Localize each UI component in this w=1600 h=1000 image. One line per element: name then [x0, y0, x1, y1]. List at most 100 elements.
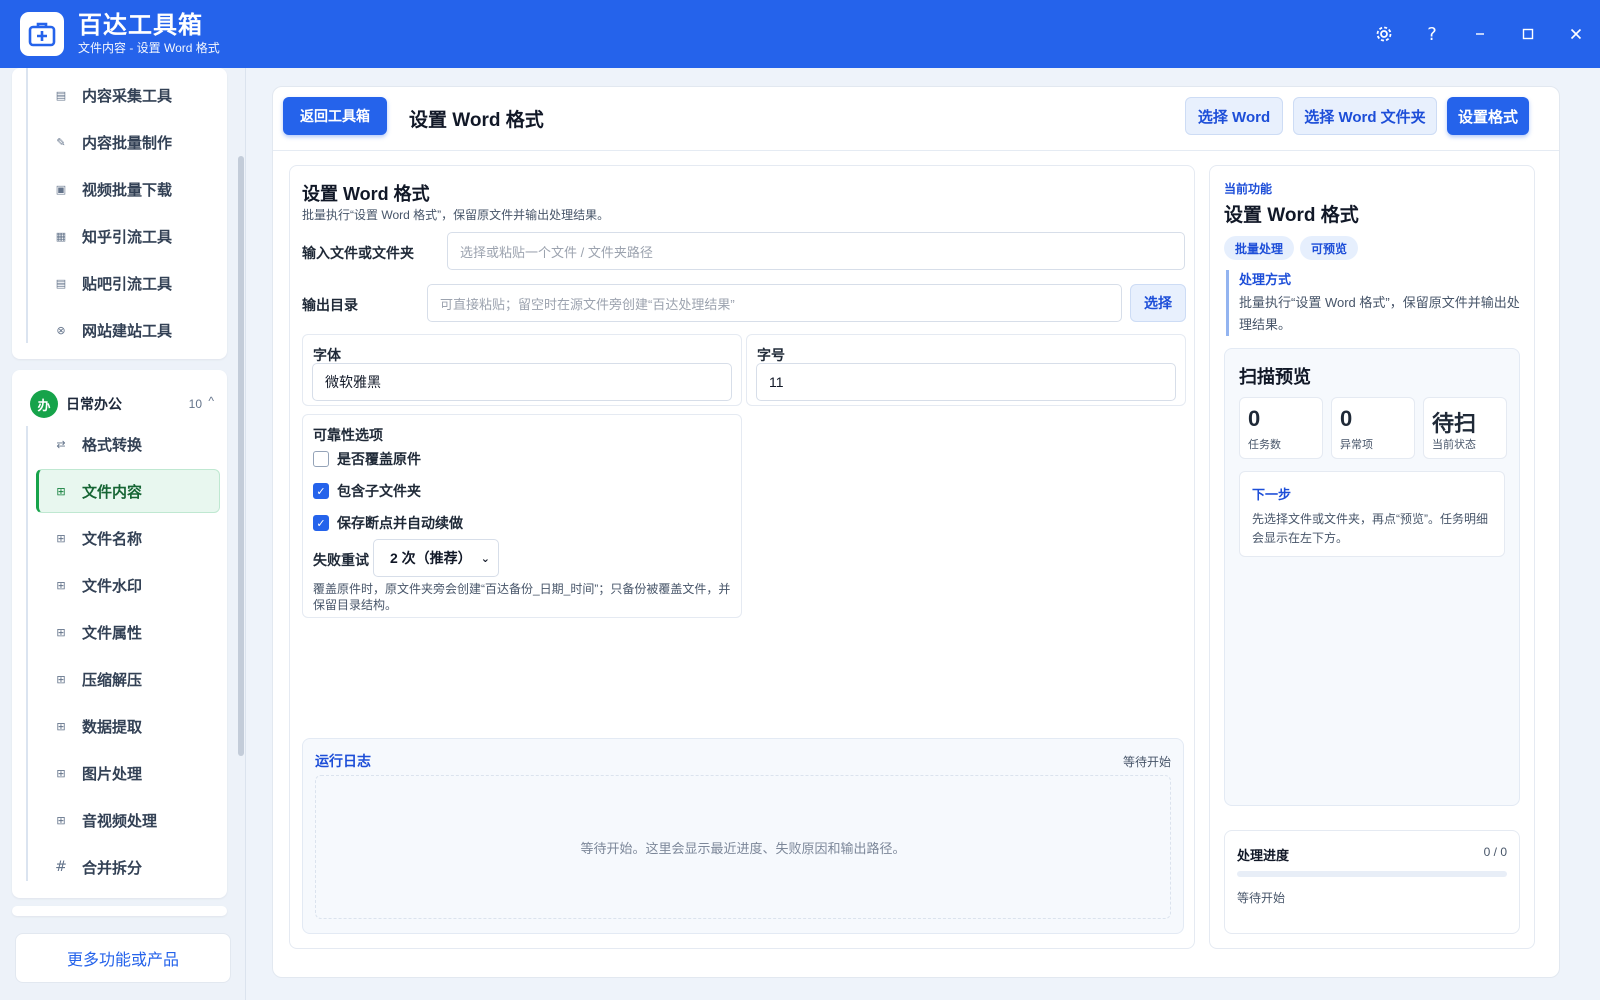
group-count: 10 — [188, 397, 202, 411]
progress-card: 处理进度 0 / 0 等待开始 — [1224, 830, 1520, 934]
stat-task-count: 0 任务数 — [1239, 397, 1323, 459]
sidebar-item-audio-video[interactable]: ⊞ 音视频处理 — [24, 798, 218, 842]
sidebar-item-video-download[interactable]: ▣ 视频批量下载 — [24, 167, 218, 211]
progress-bar — [1237, 871, 1507, 877]
sidebar-item-data-extract[interactable]: ⊞ 数据提取 — [24, 704, 218, 748]
next-step-title: 下一步 — [1252, 487, 1292, 502]
resume-checkbox-row[interactable]: ✓ 保存断点并自动续做 — [313, 513, 463, 533]
minimize-icon[interactable] — [1456, 14, 1504, 54]
tag-batch: 批量处理 — [1224, 236, 1294, 260]
input-path-field[interactable]: 选择或粘贴一个文件 / 文件夹路径 — [447, 232, 1185, 270]
tieba-icon: ▤ — [55, 276, 67, 290]
sidebar-item-tieba[interactable]: ▤ 贴吧引流工具 — [24, 261, 218, 305]
app-name: 百达工具箱 — [78, 12, 203, 39]
grid-icon: ⊞ — [56, 672, 66, 686]
convert-icon: ⇄ — [56, 437, 66, 451]
scan-title: 扫描预览 — [1239, 367, 1311, 387]
group-badge: 办 — [30, 390, 58, 418]
sidebar-item-file-props[interactable]: ⊞ 文件属性 — [24, 610, 218, 654]
reliability-title: 可靠性选项 — [313, 427, 383, 443]
hash-icon: # — [55, 859, 67, 875]
resume-checkbox[interactable]: ✓ — [313, 515, 329, 531]
page-title: 设置 Word 格式 — [409, 110, 544, 131]
settings-icon[interactable] — [1360, 14, 1408, 54]
sidebar-item-file-content[interactable]: ⊞ 文件内容 — [36, 469, 220, 513]
sidebar-group-header[interactable]: 办 日常办公 10 ^ — [20, 381, 220, 427]
next-step-card: 下一步 先选择文件或文件夹，再点“预览”。任务明细会显示在左下方。 — [1239, 471, 1505, 557]
close-icon[interactable] — [1552, 14, 1600, 54]
subfolders-checkbox[interactable]: ✓ — [313, 483, 329, 499]
font-box: 字体 微软雅黑 — [302, 334, 742, 406]
reliability-box: 可靠性选项 是否覆盖原件 ✓ 包含子文件夹 ✓ 保存断点并自动续做 失败重试 2… — [302, 414, 742, 618]
log-content: 等待开始。这里会显示最近进度、失败原因和输出路径。 — [315, 775, 1171, 919]
sidebar-item-website[interactable]: ⊗ 网站建站工具 — [24, 308, 218, 352]
grid-icon: ⊞ — [56, 531, 66, 545]
more-products-button[interactable]: 更多功能或产品 — [15, 933, 231, 983]
current-feature-title: 设置 Word 格式 — [1224, 205, 1359, 226]
font-size-label: 字号 — [757, 347, 785, 363]
form-description: 批量执行“设置 Word 格式”，保留原文件并输出处理结果。 — [302, 208, 610, 222]
sidebar-item-content-collect[interactable]: ▤ 内容采集工具 — [24, 73, 218, 117]
output-dir-field[interactable]: 可直接粘贴；留空时在源文件旁创建“百达处理结果” — [427, 284, 1122, 322]
collect-icon: ▤ — [55, 88, 67, 102]
subfolders-checkbox-row[interactable]: ✓ 包含子文件夹 — [313, 481, 421, 501]
sidebar-item-zhihu[interactable]: ▦ 知乎引流工具 — [24, 214, 218, 258]
app-subtitle: 文件内容 - 设置 Word 格式 — [78, 41, 220, 55]
overwrite-checkbox[interactable] — [313, 451, 329, 467]
main-panel: 返回工具箱 设置 Word 格式 选择 Word 选择 Word 文件夹 设置格… — [272, 86, 1560, 978]
select-word-button[interactable]: 选择 Word — [1185, 97, 1283, 135]
grid-icon: ⊞ — [56, 719, 66, 733]
sidebar: ▤ 内容采集工具 ✎ 内容批量制作 ▣ 视频批量下载 ▦ 知乎引流工具 ▤ 贴吧… — [0, 68, 246, 1000]
sidebar-item-image[interactable]: ⊞ 图片处理 — [24, 751, 218, 795]
grid-icon: ⊞ — [56, 578, 66, 592]
select-word-folder-button[interactable]: 选择 Word 文件夹 — [1293, 97, 1437, 135]
web-icon: ⊗ — [56, 323, 66, 337]
font-input[interactable]: 微软雅黑 — [312, 363, 732, 401]
info-panel: 当前功能 设置 Word 格式 批量处理 可预览 处理方式 批量执行“设置 Wo… — [1209, 165, 1535, 949]
stat-exceptions: 0 异常项 — [1331, 397, 1415, 459]
font-size-input[interactable]: 11 — [756, 363, 1176, 401]
run-log: 运行日志 等待开始 等待开始。这里会显示最近进度、失败原因和输出路径。 — [302, 738, 1184, 934]
stat-current-status: 待扫 当前状态 — [1423, 397, 1507, 459]
input-label: 输入文件或文件夹 — [302, 245, 414, 261]
output-label: 输出目录 — [302, 297, 358, 313]
chevron-down-icon: ⌄ — [480, 551, 490, 565]
help-icon[interactable]: ? — [1408, 14, 1456, 54]
scan-preview: 扫描预览 0 任务数 0 异常项 待扫 当前状态 下一步 先选择文件或文件夹，再… — [1224, 348, 1520, 806]
retry-select[interactable]: 2 次（推荐） ⌄ — [373, 539, 499, 577]
sidebar-item-file-name[interactable]: ⊞ 文件名称 — [24, 516, 218, 560]
sidebar-item-compress[interactable]: ⊞ 压缩解压 — [24, 657, 218, 701]
toolbox-logo-icon — [20, 12, 64, 56]
form-panel: 设置 Word 格式 批量执行“设置 Word 格式”，保留原文件并输出处理结果… — [289, 165, 1195, 949]
sidebar-scrollbar[interactable] — [238, 72, 244, 942]
zhihu-icon: ▦ — [55, 229, 67, 243]
tag-preview: 可预览 — [1300, 236, 1358, 260]
grid-icon: ⊞ — [56, 484, 66, 498]
progress-status: 等待开始 — [1237, 891, 1286, 905]
maximize-icon[interactable] — [1504, 14, 1552, 54]
form-title: 设置 Word 格式 — [302, 184, 430, 204]
sidebar-group-card-bottom — [12, 906, 227, 916]
edit-icon: ✎ — [56, 135, 66, 149]
progress-count: 0 / 0 — [1483, 845, 1507, 859]
sidebar-item-content-batch[interactable]: ✎ 内容批量制作 — [24, 120, 218, 164]
retry-label: 失败重试 — [313, 552, 369, 568]
output-select-button[interactable]: 选择 — [1130, 284, 1186, 322]
grid-icon: ⊞ — [56, 766, 66, 780]
sidebar-item-merge-split[interactable]: # 合并拆分 — [24, 845, 218, 889]
log-status: 等待开始 — [1122, 755, 1171, 769]
set-format-button[interactable]: 设置格式 — [1447, 97, 1529, 135]
grid-icon: ⊞ — [56, 625, 66, 639]
sidebar-item-format-convert[interactable]: ⇄ 格式转换 — [24, 422, 218, 466]
font-size-box: 字号 11 — [746, 334, 1186, 406]
grid-icon: ⊞ — [56, 813, 66, 827]
overwrite-note: 覆盖原件时，原文件夹旁会创建“百达备份_日期_时间”；只备份被覆盖文件，并保留目… — [313, 582, 731, 612]
collapse-caret-icon[interactable]: ^ — [208, 394, 214, 408]
font-label: 字体 — [313, 347, 341, 363]
back-to-toolbox-button[interactable]: 返回工具箱 — [283, 97, 387, 135]
title-bar: 百达工具箱 文件内容 - 设置 Word 格式 ? — [0, 0, 1600, 68]
method-title: 处理方式 — [1239, 272, 1292, 287]
overwrite-checkbox-row[interactable]: 是否覆盖原件 — [313, 449, 421, 469]
method-description: 批量执行“设置 Word 格式”，保留原文件并输出处理结果。 — [1239, 295, 1520, 332]
sidebar-item-file-watermark[interactable]: ⊞ 文件水印 — [24, 563, 218, 607]
